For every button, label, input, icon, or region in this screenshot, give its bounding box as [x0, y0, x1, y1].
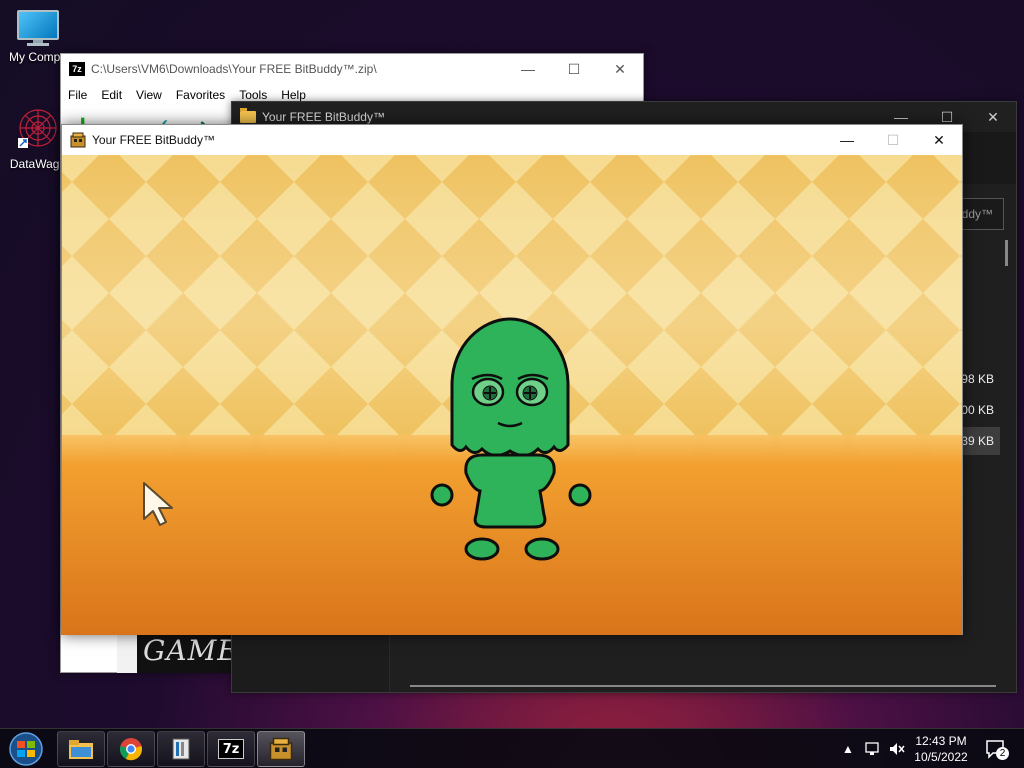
7zip-icon: 7z: [218, 739, 244, 759]
bitbuddy-title: Your FREE BitBuddy™: [92, 133, 215, 147]
notification-count: 2: [996, 747, 1009, 760]
close-button[interactable]: ✕: [597, 54, 643, 84]
notification-button[interactable]: 2: [984, 737, 1009, 761]
bitbuddy-right-foot: [524, 537, 560, 561]
bitbuddy-body: [464, 453, 556, 529]
bitbuddy-right-hand: [568, 483, 592, 507]
folder-icon: [69, 740, 93, 759]
bitbuddy-left-foot: [464, 537, 500, 561]
taskbar-file-explorer[interactable]: [57, 731, 105, 767]
bitbuddy-window[interactable]: Your FREE BitBuddy™ — ☐ ✕: [61, 124, 963, 635]
maximize-button-disabled: ☐: [886, 131, 900, 148]
monitor-icon: [17, 10, 59, 46]
maximize-button[interactable]: ☐: [551, 54, 597, 84]
start-button[interactable]: [6, 731, 46, 767]
mandala-icon: [18, 109, 57, 148]
taskbar-chrome[interactable]: [107, 731, 155, 767]
menu-view[interactable]: View: [129, 88, 169, 102]
menu-tools[interactable]: Tools: [232, 88, 274, 102]
taskbar: 7z ▲ 12:43 PM 10/5/2022 2: [0, 728, 1024, 768]
7zip-icon: 7z: [69, 62, 85, 76]
explorer-title: Your FREE BitBuddy™: [262, 110, 385, 124]
minimize-button[interactable]: —: [824, 125, 870, 155]
taskbar-clock[interactable]: 12:43 PM 10/5/2022: [906, 733, 976, 765]
menu-edit[interactable]: Edit: [94, 88, 129, 102]
bitbuddy-game-canvas[interactable]: [62, 155, 962, 635]
minimize-button[interactable]: —: [505, 54, 551, 84]
file-manager-icon: [172, 738, 190, 760]
clock-date: 10/5/2022: [914, 750, 968, 764]
show-hidden-icons-button[interactable]: ▲: [842, 729, 854, 768]
bitbuddy-left-hand: [430, 483, 454, 507]
menu-help[interactable]: Help: [274, 88, 313, 102]
taskbar-bitbuddy[interactable]: [257, 731, 305, 767]
taskbar-file-manager[interactable]: [157, 731, 205, 767]
bitbuddy-titlebar[interactable]: Your FREE BitBuddy™ — ☐ ✕: [62, 125, 962, 155]
bitbuddy-head: [450, 317, 570, 457]
close-button[interactable]: ✕: [916, 125, 962, 155]
explorer-horizontal-scrollbar[interactable]: [410, 685, 996, 687]
7zip-titlebar[interactable]: 7z C:\Users\VM6\Downloads\Your FREE BitB…: [61, 54, 643, 84]
menu-file[interactable]: File: [61, 88, 94, 102]
taskbar-7zip[interactable]: 7z: [207, 731, 255, 767]
game-thumbnail: GAME: [117, 631, 238, 673]
explorer-scrollbar[interactable]: [1005, 240, 1008, 266]
game-scene: [62, 155, 962, 635]
clock-time: 12:43 PM: [915, 734, 967, 748]
bitbuddy-app-icon: [70, 132, 86, 148]
bitbuddy-app-icon: [269, 737, 293, 761]
close-button[interactable]: ✕: [970, 102, 1016, 132]
7zip-title: C:\Users\VM6\Downloads\Your FREE BitBudd…: [91, 62, 377, 76]
action-center-flag-icon[interactable]: [864, 729, 882, 768]
volume-muted-icon[interactable]: [888, 729, 906, 768]
menu-favorites[interactable]: Favorites: [169, 88, 232, 102]
folder-icon: [240, 108, 256, 123]
chrome-icon: [120, 738, 142, 761]
game-thumbnail-text: GAME: [137, 631, 238, 673]
